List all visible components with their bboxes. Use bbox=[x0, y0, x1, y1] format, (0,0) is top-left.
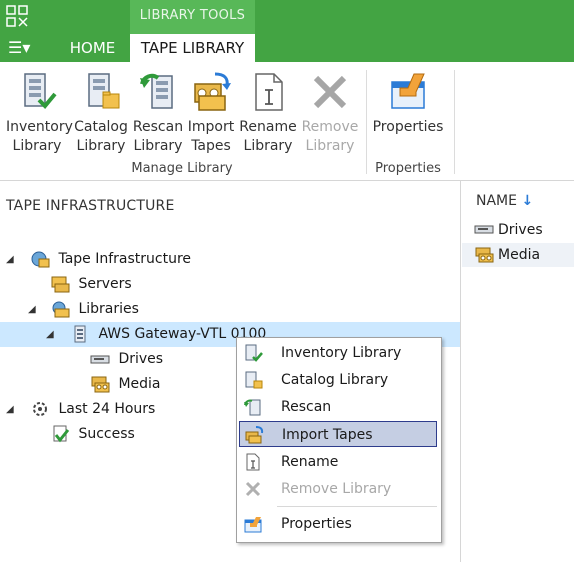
inventory-library-icon bbox=[24, 73, 57, 109]
success-icon bbox=[53, 425, 70, 443]
catalog-library-icon bbox=[88, 73, 120, 109]
remove-library-icon bbox=[245, 481, 261, 497]
tree-item-label: Media bbox=[118, 376, 161, 392]
menu-item-properties[interactable]: Properties bbox=[239, 511, 437, 537]
import-tapes-icon bbox=[245, 426, 264, 444]
tree-item-label: Tape Infrastructure bbox=[58, 251, 192, 267]
drives-icon bbox=[90, 355, 110, 364]
drives-icon bbox=[474, 225, 494, 234]
tree-item-label: Libraries bbox=[78, 301, 139, 317]
servers-icon bbox=[51, 276, 70, 293]
tree-item-label: Drives bbox=[118, 351, 164, 367]
expand-arrow-icon[interactable]: ◢ bbox=[6, 247, 14, 272]
menu-icon[interactable]: ☰▾ bbox=[8, 38, 36, 58]
menu-item-rescan[interactable]: Rescan bbox=[239, 394, 437, 420]
rename-library-label-2: Library bbox=[243, 138, 293, 154]
catalog-library-label-2: Library bbox=[76, 138, 126, 154]
group-label-manage-library: Manage Library bbox=[131, 161, 233, 176]
rescan-library-icon bbox=[140, 73, 173, 109]
inventory-library-icon bbox=[245, 344, 263, 362]
list-item-media[interactable]: Media bbox=[462, 243, 574, 267]
menu-item-label: Rescan bbox=[281, 399, 332, 415]
tree-item-drives[interactable]: Drives bbox=[90, 347, 163, 372]
menu-item-inventory-library[interactable]: Inventory Library bbox=[239, 340, 437, 366]
app-logo-icon bbox=[6, 5, 28, 27]
libraries-icon bbox=[52, 301, 70, 318]
catalog-library-label-1: Catalog bbox=[74, 119, 128, 135]
remove-library-label-1: Remove bbox=[301, 119, 359, 135]
remove-library-button[interactable]: Remove Library bbox=[299, 70, 361, 156]
expand-arrow-icon[interactable]: ◢ bbox=[6, 397, 14, 422]
tape-infrastructure-icon bbox=[31, 251, 50, 268]
group-label-properties: Properties bbox=[375, 161, 441, 176]
list-item-label: Media bbox=[498, 247, 541, 263]
rename-library-icon bbox=[246, 453, 260, 471]
inventory-library-label-1: Inventory bbox=[6, 119, 73, 135]
menu-item-rename[interactable]: Rename bbox=[239, 449, 437, 475]
tree-item-label: Last 24 Hours bbox=[58, 401, 156, 417]
last-24-hours-icon bbox=[33, 402, 47, 416]
import-tapes-button[interactable]: Import Tapes bbox=[180, 70, 242, 156]
menu-item-catalog-library[interactable]: Catalog Library bbox=[239, 367, 437, 393]
menu-item-remove-library[interactable]: Remove Library bbox=[239, 476, 437, 502]
catalog-library-icon bbox=[245, 371, 263, 389]
list-item-drives[interactable]: Drives bbox=[462, 218, 574, 242]
menu-item-label: Properties bbox=[281, 516, 352, 532]
import-tapes-icon bbox=[194, 72, 231, 111]
tree-item-success[interactable]: Success bbox=[50, 422, 135, 447]
menu-item-import-tapes[interactable]: Import Tapes bbox=[239, 421, 437, 447]
tab-tape-library[interactable]: TAPE LIBRARY bbox=[130, 34, 255, 62]
pane-divider[interactable] bbox=[460, 180, 461, 562]
pane-title: TAPE INFRASTRUCTURE bbox=[6, 198, 175, 214]
expand-arrow-icon[interactable]: ◢ bbox=[46, 322, 54, 347]
inventory-library-button[interactable]: Inventory Library bbox=[6, 70, 73, 156]
inventory-library-label-2: Library bbox=[12, 138, 62, 154]
expand-arrow-icon[interactable]: ◢ bbox=[28, 297, 36, 322]
ribbon-group-separator bbox=[454, 70, 455, 174]
sort-descending-icon: ↓ bbox=[521, 193, 534, 209]
context-menu: Inventory Library Catalog Library Rescan… bbox=[236, 337, 442, 543]
rename-library-button[interactable]: Rename Library bbox=[237, 70, 299, 156]
properties-button[interactable]: Properties bbox=[372, 70, 444, 137]
menu-item-label: Rename bbox=[281, 454, 339, 470]
column-header-name[interactable]: NAME ↓ bbox=[476, 193, 533, 209]
tree-item-servers[interactable]: Servers bbox=[50, 272, 132, 297]
remove-library-label-2: Library bbox=[305, 138, 355, 154]
context-tab-group-label: LIBRARY TOOLS bbox=[130, 0, 255, 34]
tape-library-icon bbox=[74, 325, 86, 343]
menu-item-label: Remove Library bbox=[281, 481, 392, 497]
import-tapes-label-2: Tapes bbox=[191, 138, 231, 154]
media-icon bbox=[91, 376, 110, 393]
rescan-library-icon bbox=[244, 399, 261, 416]
menu-separator bbox=[277, 506, 437, 507]
remove-library-icon bbox=[313, 75, 347, 109]
import-tapes-label-1: Import bbox=[187, 119, 235, 135]
properties-icon bbox=[244, 517, 262, 533]
column-header-label: NAME bbox=[476, 193, 517, 209]
list-item-label: Drives bbox=[498, 222, 543, 238]
menu-item-label: Inventory Library bbox=[281, 345, 402, 361]
properties-label: Properties bbox=[372, 119, 444, 135]
menu-item-label: Catalog Library bbox=[281, 372, 389, 388]
menu-item-label: Import Tapes bbox=[282, 427, 373, 443]
tree-item-libraries[interactable]: Libraries bbox=[50, 297, 139, 322]
media-icon bbox=[475, 247, 494, 263]
tree-item-label: Success bbox=[78, 426, 135, 442]
tree-item-media[interactable]: Media bbox=[90, 372, 161, 397]
tree-item-label: Servers bbox=[78, 276, 132, 292]
tab-home[interactable]: HOME bbox=[55, 34, 130, 62]
rename-library-label-1: Rename bbox=[239, 119, 297, 135]
properties-icon bbox=[391, 73, 425, 109]
tree-item-last-24-hours[interactable]: Last 24 Hours bbox=[30, 397, 155, 422]
ribbon-group-separator bbox=[366, 70, 367, 174]
tree-item-tape-infrastructure[interactable]: Tape Infrastructure bbox=[30, 247, 191, 272]
rename-library-icon bbox=[255, 73, 283, 111]
catalog-library-button[interactable]: Catalog Library bbox=[70, 70, 132, 156]
